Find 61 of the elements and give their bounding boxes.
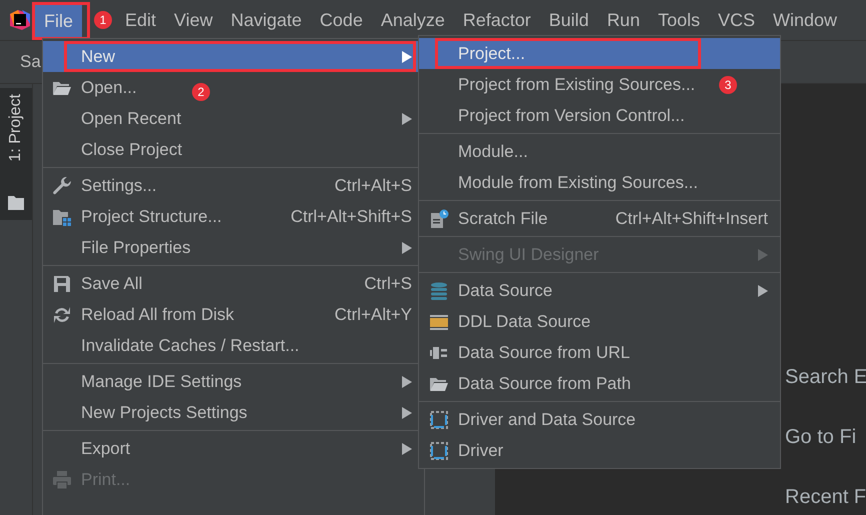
editor-hint: Search E: [785, 365, 866, 390]
menu-item[interactable]: Module...: [458, 142, 528, 162]
menu-item[interactable]: New Projects Settings: [43, 397, 424, 428]
shortcut-label: Ctrl+Alt+Shift+Insert: [615, 208, 768, 228]
menu-bar-item[interactable]: Analyze: [372, 2, 454, 38]
menu-bar-item[interactable]: Tools: [648, 2, 709, 38]
menu-item[interactable]: Driver: [458, 440, 504, 460]
submenu-arrow-icon: [402, 376, 412, 388]
menu-item[interactable]: Open Recent: [43, 103, 424, 134]
app-logo-icon[interactable]: [10, 10, 30, 30]
menu-item[interactable]: Driver and Data Source: [458, 410, 636, 430]
scratch-file-icon: [428, 208, 448, 228]
submenu-arrow-icon: [402, 50, 412, 62]
menu-bar-item[interactable]: Refactor: [454, 2, 540, 38]
menu-item[interactable]: Settings... Ctrl+Alt+S: [43, 170, 424, 201]
shortcut-label: Ctrl+Alt+Y: [334, 304, 412, 324]
menu-item[interactable]: Close Project: [81, 140, 182, 160]
wrench-icon: [52, 176, 72, 196]
printer-icon: [52, 470, 72, 490]
step-badge: 2: [192, 83, 210, 101]
toolbar-text: Sa: [20, 52, 41, 72]
tool-window-tab[interactable]: 1: Project: [0, 88, 32, 220]
driver-icon: [428, 410, 448, 430]
menu-bar-item[interactable]: Window: [764, 2, 846, 38]
shortcut-label: Ctrl+Alt+Shift+S: [290, 206, 412, 226]
menu-item[interactable]: Open...: [81, 78, 137, 98]
menu-item[interactable]: Project from Version Control...: [458, 106, 685, 126]
menu-bar-item[interactable]: File: [35, 5, 82, 37]
folder-icon: [8, 196, 24, 210]
menu-item[interactable]: Data Source from Path: [458, 374, 631, 394]
menu-item[interactable]: Export: [43, 433, 424, 464]
submenu-arrow-icon: [758, 248, 768, 260]
shortcut-label: Ctrl+Alt+S: [334, 176, 412, 196]
menu-bar-item[interactable]: Code: [310, 2, 372, 38]
menu-item[interactable]: Manage IDE Settings: [43, 366, 424, 397]
submenu-arrow-icon: [402, 112, 412, 124]
menu-bar-item[interactable]: Build: [540, 2, 598, 38]
editor-hint: Go to Fi: [785, 425, 856, 450]
database-icon: [428, 280, 448, 300]
menu-item[interactable]: Invalidate Caches / Restart...: [81, 336, 300, 356]
menu-bar-item[interactable]: Navigate: [222, 2, 311, 38]
driver-icon: [428, 440, 448, 460]
menu-bar-item[interactable]: Run: [598, 2, 649, 38]
editor-hint: Recent F: [785, 485, 866, 510]
menu-item[interactable]: Project...: [419, 38, 780, 69]
menu-item[interactable]: Data Source from URL: [458, 342, 630, 362]
shortcut-label: Ctrl+S: [364, 274, 412, 294]
menu-bar-item[interactable]: Edit: [116, 2, 166, 38]
menu-item[interactable]: Project from Existing Sources...: [458, 74, 696, 94]
refresh-icon: [52, 304, 72, 324]
submenu-arrow-icon: [402, 442, 412, 454]
menu-item[interactable]: Scratch File Ctrl+Alt+Shift+Insert: [419, 203, 780, 234]
menu-bar-item[interactable]: View: [165, 2, 222, 38]
menu-bar-item[interactable]: VCS: [709, 2, 764, 38]
step-badge: 3: [719, 76, 737, 94]
menu-item[interactable]: Module from Existing Sources...: [458, 172, 698, 192]
submenu-arrow-icon: [402, 406, 412, 418]
menu-item[interactable]: DDL Data Source: [458, 312, 591, 332]
step-badge: 1: [94, 11, 112, 29]
submenu-arrow-icon: [402, 242, 412, 254]
submenu-arrow-icon: [758, 284, 768, 296]
